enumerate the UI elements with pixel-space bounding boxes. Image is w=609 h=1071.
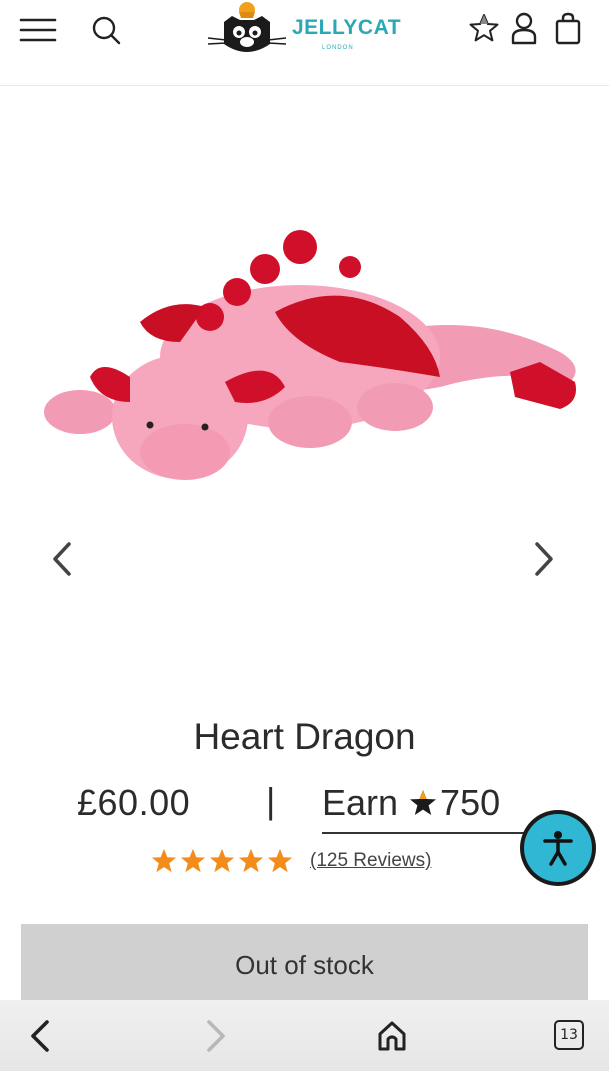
wishlist-star-icon[interactable] <box>464 8 504 48</box>
site-header: JELLYCAT LONDON <box>0 0 609 86</box>
chevron-right-icon <box>535 542 553 576</box>
chevron-left-icon <box>53 542 71 576</box>
browser-back-icon[interactable] <box>20 1014 60 1058</box>
bag-icon[interactable] <box>548 8 588 48</box>
star-icon <box>238 848 264 873</box>
price-separator: | <box>266 780 276 821</box>
price-row: £60.00 | Earn 750 <box>0 778 609 834</box>
cat-logo-icon <box>207 2 287 52</box>
product-price: £60.00 <box>77 782 191 823</box>
earn-label: Earn <box>322 782 399 823</box>
search-icon[interactable] <box>86 10 126 50</box>
rating-row: (125 Reviews) <box>150 846 431 876</box>
brand-subtitle: LONDON <box>322 45 354 51</box>
gallery-next-button[interactable] <box>524 534 564 584</box>
product-title: Heart Dragon <box>193 716 416 757</box>
star-icon <box>209 848 235 873</box>
tab-count: 13 <box>554 1020 584 1050</box>
earn-points-value: 750 <box>440 782 501 823</box>
account-icon[interactable] <box>505 8 543 48</box>
jellycat-logo[interactable]: JELLYCAT LONDON <box>204 0 414 62</box>
browser-home-icon[interactable] <box>370 1014 414 1058</box>
star-icon <box>267 848 293 873</box>
accessibility-button[interactable] <box>520 810 596 886</box>
gallery-prev-button[interactable] <box>42 534 82 584</box>
heart-dragon-plush-image <box>44 230 576 480</box>
reviews-link[interactable]: (125 Reviews) <box>310 850 431 872</box>
star-icon <box>180 848 206 873</box>
browser-toolbar: 13 <box>0 1000 609 1071</box>
earn-points-link[interactable]: Earn 750 <box>322 782 532 834</box>
star-icon <box>151 848 177 873</box>
out-of-stock-button[interactable]: Out of stock <box>21 924 588 1006</box>
accessibility-icon <box>524 814 592 882</box>
loyalty-star-icon <box>408 782 438 824</box>
star-rating <box>150 848 294 874</box>
browser-tabs-button[interactable]: 13 <box>550 1016 588 1054</box>
menu-icon[interactable] <box>18 10 58 50</box>
product-gallery <box>0 87 609 707</box>
brand-name: JELLYCAT <box>292 16 402 39</box>
browser-forward-icon[interactable] <box>196 1014 236 1058</box>
